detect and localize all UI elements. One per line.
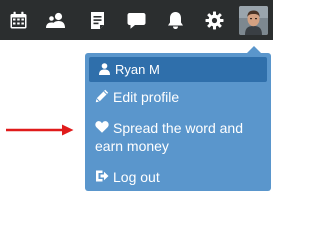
- gear-icon[interactable]: [205, 11, 224, 30]
- menu-item-label: Edit profile: [113, 89, 180, 105]
- annotation-arrow: [6, 124, 74, 136]
- menu-item-label: Log out: [113, 169, 160, 185]
- menu-item-log-out[interactable]: Log out: [95, 168, 160, 186]
- logout-icon: [95, 169, 109, 183]
- bell-icon[interactable]: [166, 11, 185, 30]
- document-icon[interactable]: [88, 11, 107, 30]
- top-navigation-bar: [0, 0, 273, 40]
- heart-icon: [95, 120, 109, 134]
- menu-item-spread-the-word[interactable]: Spread the word and earn money: [95, 119, 265, 155]
- dropdown-user-header: Ryan M: [89, 57, 267, 82]
- dropdown-caret: [247, 46, 261, 53]
- chat-icon[interactable]: [127, 11, 146, 30]
- user-icon: [99, 63, 110, 75]
- calendar-icon[interactable]: [9, 11, 28, 30]
- menu-item-label: Spread the word and earn money: [95, 120, 243, 154]
- page: Ryan M Edit profile Spread the word and …: [0, 0, 273, 244]
- user-name: Ryan M: [115, 62, 160, 77]
- pencil-icon: [95, 89, 109, 103]
- menu-item-edit-profile[interactable]: Edit profile: [95, 88, 179, 106]
- user-avatar[interactable]: [239, 6, 268, 35]
- users-icon[interactable]: [46, 11, 65, 30]
